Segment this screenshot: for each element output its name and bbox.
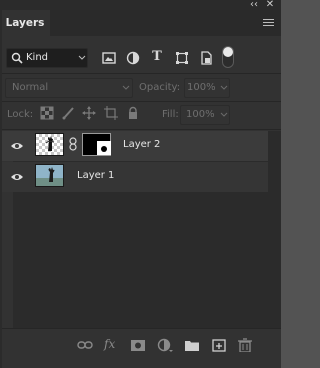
chevron-down-icon [122,85,130,90]
lock-transparent-pixels-icon[interactable] [40,106,54,120]
close-icon[interactable]: ✕ [264,0,276,10]
panel-menu-icon[interactable] [263,19,274,27]
fx-icon[interactable]: fx [104,336,115,352]
lock-position-icon[interactable] [82,106,96,120]
visibility-eye-icon[interactable] [10,172,24,182]
blend-mode-value: Normal [12,82,49,93]
lock-artboard-icon[interactable] [104,106,118,120]
lock-label: Lock: [7,109,34,120]
lock-all-icon[interactable] [126,106,140,120]
lock-image-pixels-icon[interactable] [61,106,75,120]
layer-thumbnail[interactable] [35,164,64,187]
mask-shape [97,141,111,155]
chevron-down-icon[interactable] [220,85,228,91]
chevron-down-icon [78,55,86,60]
layer-name[interactable]: Layer 2 [123,138,160,152]
type-filter-icon[interactable]: T [151,48,163,66]
search-icon [11,52,23,64]
add-mask-icon[interactable] [130,338,146,352]
smart-object-filter-icon[interactable] [198,50,214,66]
opacity-value: 100% [187,82,216,93]
double-chevron-left-icon[interactable]: ‹‹ [247,0,261,10]
divider [0,129,281,130]
new-group-icon[interactable] [184,338,200,352]
delete-layer-icon[interactable] [237,338,253,352]
fill-label: Fill: [162,109,179,120]
divider [0,73,281,74]
shape-filter-icon[interactable] [174,50,190,66]
title-strip [0,0,281,10]
mask-link-chain-icon[interactable] [68,137,78,151]
filter-toggle-knob [223,47,233,57]
layer-name[interactable]: Layer 1 [77,169,114,183]
chevron-down-icon[interactable] [220,112,228,118]
panel-left-edge [0,0,2,368]
kind-label: Kind [26,52,49,63]
opacity-label: Opacity: [139,82,181,93]
divider [0,328,281,329]
visibility-eye-icon[interactable] [10,141,24,151]
new-fill-adjustment-icon[interactable] [157,338,173,352]
tab-layers[interactable]: Layers [0,10,50,36]
fill-value: 100% [186,109,215,120]
divider [0,101,281,102]
layer-content-thumbnail [45,136,55,151]
adjustment-filter-icon[interactable] [125,50,141,66]
pixel-filter-icon[interactable] [101,50,117,66]
link-layers-icon[interactable] [77,338,93,352]
new-layer-icon[interactable] [211,338,227,352]
